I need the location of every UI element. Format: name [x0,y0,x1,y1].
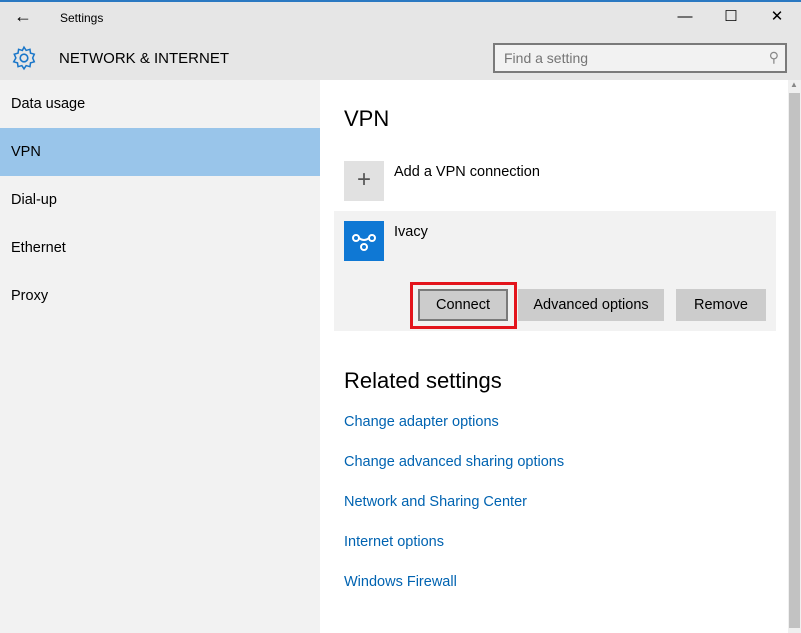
link-network-sharing-center[interactable]: Network and Sharing Center [344,494,527,510]
scrollbar-thumb[interactable] [789,93,800,628]
scroll-up-icon[interactable]: ▲ [790,80,798,89]
search-input[interactable] [495,45,755,71]
connect-button[interactable]: Connect [418,289,508,321]
sidebar-item-ethernet[interactable]: Ethernet [0,224,320,272]
back-button[interactable]: ← [14,6,32,27]
close-button[interactable]: ✕ [757,6,797,28]
link-internet-options[interactable]: Internet options [344,534,444,550]
vpn-connection-item[interactable]: Ivacy Connect Advanced options Remove [334,211,776,331]
search-icon[interactable]: ⚲ [769,49,779,66]
ivacy-logo-icon [344,221,384,261]
link-change-advanced-sharing[interactable]: Change advanced sharing options [344,454,564,470]
section-title: NETWORK & INTERNET [59,50,230,67]
sidebar-item-data-usage[interactable]: Data usage [0,80,320,128]
title-bar: ← Settings — ☐ ✕ NETWORK & INTERNET ⚲ [0,0,801,80]
link-change-adapter-options[interactable]: Change adapter options [344,414,499,430]
add-vpn-button[interactable]: + Add a VPN connection [344,161,540,201]
minimize-button[interactable]: — [665,6,705,28]
sidebar-item-dial-up[interactable]: Dial-up [0,176,320,224]
main-panel: VPN + Add a VPN connection Ivacy Connect… [320,80,788,633]
remove-button[interactable]: Remove [676,289,766,321]
sidebar: Data usage VPN Dial-up Ethernet Proxy [0,80,320,633]
app-title: Settings [60,11,104,25]
gear-icon [12,45,36,71]
maximize-button[interactable]: ☐ [711,6,751,28]
vpn-name: Ivacy [394,224,428,240]
add-vpn-label: Add a VPN connection [394,164,540,180]
search-box[interactable]: ⚲ [493,43,787,73]
sidebar-item-proxy[interactable]: Proxy [0,272,320,320]
plus-icon: + [344,161,384,201]
sidebar-item-vpn[interactable]: VPN [0,128,320,176]
link-windows-firewall[interactable]: Windows Firewall [344,574,457,590]
advanced-options-button[interactable]: Advanced options [518,289,664,321]
scrollbar[interactable]: ▲ [788,80,801,633]
related-settings-title: Related settings [344,368,502,393]
page-title: VPN [344,106,390,131]
